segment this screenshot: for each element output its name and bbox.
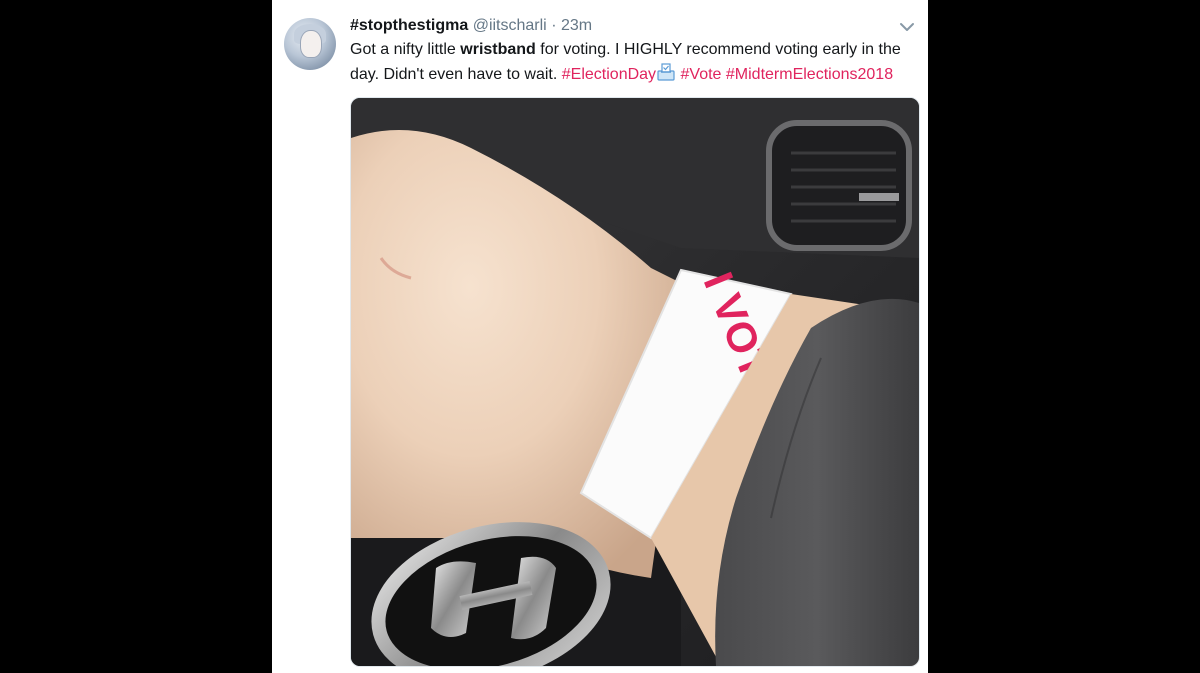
avatar[interactable] (284, 18, 336, 70)
wristband-photo: I VOTED TODAY (351, 98, 919, 666)
tweet-text-part1: Got a nifty little (350, 41, 461, 58)
hashtag-midtermelections2018[interactable]: #MidtermElections2018 (726, 66, 893, 83)
timestamp[interactable]: 23m (561, 17, 592, 34)
ballot-box-icon (657, 63, 675, 81)
avatar-face (300, 30, 322, 58)
tweet-card[interactable]: #stopthestigma @iitscharli · 23m Got a n… (272, 0, 928, 673)
tweet-text-bold: wristband (460, 41, 536, 58)
hashtag-vote[interactable]: #Vote (681, 66, 722, 83)
display-name[interactable]: #stopthestigma (350, 17, 468, 34)
tweet-text: Got a nifty little wristband for voting.… (350, 38, 910, 87)
chevron-down-icon[interactable] (898, 18, 916, 36)
tweet-photo[interactable]: I VOTED TODAY (350, 97, 920, 667)
separator-dot: · (551, 17, 557, 34)
hashtag-electionday[interactable]: #ElectionDay (562, 66, 656, 83)
tweet-header: #stopthestigma @iitscharli · 23m (350, 14, 918, 38)
user-handle[interactable]: @iitscharli (473, 17, 547, 34)
